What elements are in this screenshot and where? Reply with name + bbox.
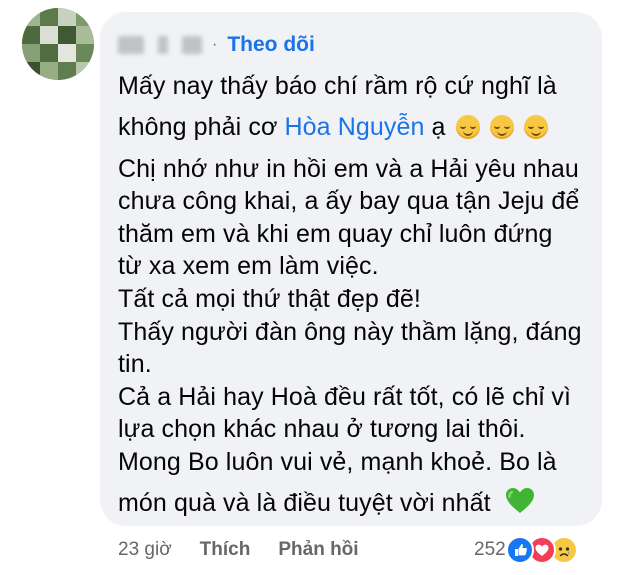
comment-header: · Theo dõi: [118, 32, 315, 58]
comment-line: Tất cả mọi thứ thật đẹp đẽ!: [118, 284, 421, 313]
comment-actions: 23 giờ Thích Phản hồi: [118, 537, 387, 563]
comment-bubble: · Theo dõi Mấy nay thấy báo chí rầm rộ c…: [100, 12, 602, 526]
comment-line-text: món quà và là điều tuyệt vời nhất: [118, 488, 491, 517]
comment-line: tin.: [118, 350, 152, 379]
green-heart-icon: [505, 487, 534, 523]
avatar[interactable]: [22, 8, 94, 80]
relieved-face-icon: [455, 114, 480, 139]
follow-button[interactable]: Theo dõi: [227, 33, 315, 57]
reaction-summary[interactable]: 252: [474, 536, 578, 564]
comment-line: Mấy nay thấy báo chí rầm rộ cứ nghĩ là: [118, 72, 557, 100]
like-reaction-icon: [505, 536, 534, 564]
author-name-redacted[interactable]: [118, 36, 202, 54]
like-button[interactable]: Thích: [200, 539, 251, 561]
comment-line: chưa công khai, a ấy bay qua tận Jeju để: [118, 187, 580, 216]
comment-text: Mấy nay thấy báo chí rầm rộ cứ nghĩ là k…: [118, 70, 588, 529]
relieved-face-icon: [489, 114, 514, 139]
reaction-count: 252: [474, 539, 506, 560]
comment-line-text: ạ: [424, 112, 446, 141]
comment-line: từ xa xem em làm việc.: [118, 252, 379, 281]
relieved-face-icon: [523, 114, 548, 139]
comment-line: Chị nhớ như in hồi em và a Hải yêu nhau: [118, 154, 579, 183]
comment-line: lựa chọn khác nhau ở tương lai thôi.: [118, 415, 526, 444]
timestamp[interactable]: 23 giờ: [118, 539, 172, 561]
mention-link[interactable]: Hòa Nguyễn: [285, 113, 425, 141]
comment-line: Thấy người đàn ông này thầm lặng, đáng: [118, 317, 582, 346]
comment-line: món quà và là điều tuyệt vời nhất: [118, 479, 588, 529]
comment-line-text: không phải cơ: [118, 112, 285, 141]
comment-line: không phải cơ Hòa Nguyễn ạ: [118, 103, 588, 153]
comment-line: thăm em và khi em quay chỉ luôn đứng: [118, 219, 553, 248]
comment-line: Mong Bo luôn vui vẻ, mạnh khoẻ. Bo là: [118, 447, 557, 476]
reply-button[interactable]: Phản hồi: [278, 539, 358, 561]
separator-dot: ·: [212, 36, 218, 53]
comment-line: Cả a Hải hay Hoà đều rất tốt, có lẽ chỉ …: [118, 382, 572, 411]
